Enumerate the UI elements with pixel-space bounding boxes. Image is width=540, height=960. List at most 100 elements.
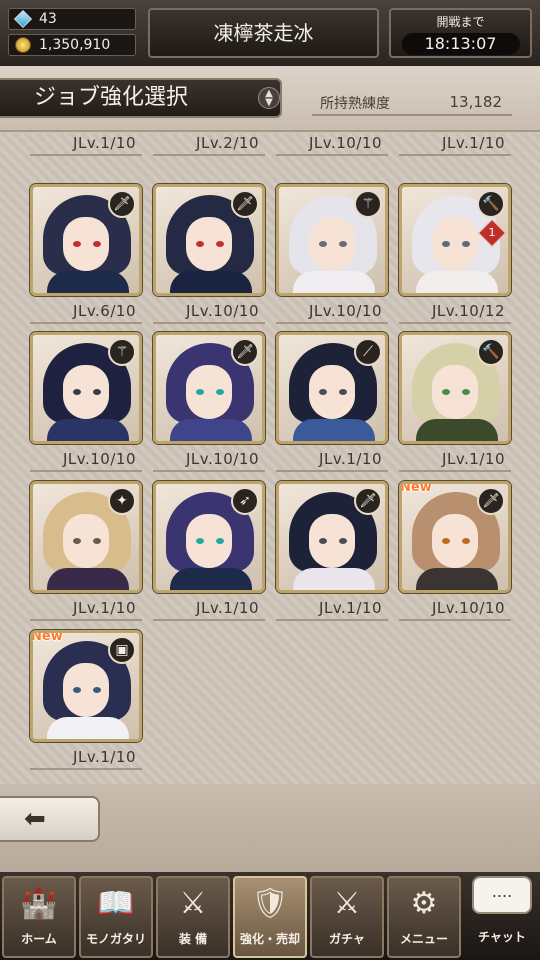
gear-icon: ⚙ (410, 886, 438, 921)
job-grid[interactable]: JLv.1/10 JLv.2/10 JLv.10/10 JLv.1/10 🗡 JLv.6/… (0, 134, 540, 784)
job-level: JLv.1/10 (276, 446, 388, 472)
crystal-value: 43 (39, 11, 57, 27)
job-card[interactable]: ▣ New (30, 630, 142, 742)
nav-label: 装 備 (178, 932, 208, 946)
nav-label: メニュー (399, 932, 448, 946)
chat-label: チャット (478, 930, 526, 944)
sword-icon: 🗡 (108, 190, 136, 218)
job-level: JLv.1/10 (30, 595, 142, 621)
nav-item-gear[interactable]: ⚙ メニュー (387, 876, 461, 958)
mastery-label: 所持熟練度 (320, 96, 390, 112)
job-level: JLv.1/10 (399, 446, 511, 472)
sort-toggle-icon[interactable]: ▲ ▼ (258, 87, 280, 109)
gacha-icon: ⚔ (333, 886, 361, 921)
timer-value: 18:13:07 (401, 33, 520, 55)
job-cell[interactable]: ➶ JLv.1/10 (153, 481, 271, 627)
job-cell[interactable]: 🗡 New JLv.10/10 (399, 481, 517, 627)
staff-icon: ⚚ (354, 190, 382, 218)
job-level: JLv.10/10 (399, 595, 511, 621)
sword-icon: 🗡 (231, 338, 259, 366)
page-title: ジョブ強化選択 (0, 78, 282, 118)
job-level: JLv.1/10 (153, 595, 265, 621)
job-card[interactable]: ⚚ (30, 332, 142, 444)
job-level: JLv.10/10 (276, 134, 388, 156)
bottom-nav: ⚙ メニュー ⚔ ガチャ 🛡 強化・売却 ⚔ 装 備 📖 モノガタリ 🏰 ホーム .... チャット (0, 872, 540, 960)
job-card[interactable]: 🗡 (153, 184, 265, 296)
crystal-icon (13, 9, 33, 29)
mastery-display: 所持熟練度 13,182 (312, 90, 512, 116)
job-card[interactable]: ⟋ (276, 332, 388, 444)
job-card[interactable]: 🔨 (399, 332, 511, 444)
equipment-icon: ⚔ (179, 886, 207, 921)
job-card[interactable]: 🗡 (30, 184, 142, 296)
job-cell[interactable]: ⟋ JLv.1/10 (276, 332, 394, 478)
job-card[interactable]: 🗡 (276, 481, 388, 593)
job-cell[interactable]: ⚚ JLv.10/10 (276, 184, 394, 330)
book-icon: ✦ (108, 487, 136, 515)
job-level: JLv.10/10 (153, 298, 265, 324)
back-area: ⬅ (0, 784, 540, 872)
job-level: JLv.1/10 (30, 744, 142, 770)
back-button[interactable]: ⬅ (0, 796, 100, 842)
job-cell[interactable]: 🗡 JLv.6/10 (30, 184, 148, 330)
nav-item-book[interactable]: 📖 モノガタリ (79, 876, 153, 958)
mastery-value: 13,182 (449, 93, 503, 111)
job-card[interactable]: 🗡 New (399, 481, 511, 593)
nav-label: ホーム (21, 932, 57, 946)
page-header: ジョブ強化選択 ▲ ▼ 所持熟練度 13,182 (0, 66, 540, 132)
book-icon: 📖 (97, 886, 135, 921)
nav-label: ガチャ (329, 932, 365, 946)
back-arrow-icon: ⬅ (24, 804, 46, 834)
nav-item-gacha[interactable]: ⚔ ガチャ (310, 876, 384, 958)
crystal-counter: 43 (8, 8, 136, 30)
status-bar: 43 1,350,910 凍檸茶走冰 開戦まで 18:13:07 (0, 0, 540, 66)
chat-button[interactable]: .... チャット (464, 872, 540, 960)
new-tag: New (400, 481, 432, 495)
job-level: JLv.1/10 (276, 595, 388, 621)
job-card[interactable]: ✦ (30, 481, 142, 593)
sword-icon: 🗡 (477, 487, 505, 515)
player-name[interactable]: 凍檸茶走冰 (148, 8, 379, 58)
job-cell[interactable]: 🔨 1 JLv.10/12 (399, 184, 517, 330)
hammer-icon: 🔨 (477, 190, 505, 218)
job-cell[interactable]: 🗡 JLv.1/10 (276, 481, 394, 627)
gold-coin-icon (15, 37, 31, 53)
gold-value: 1,350,910 (39, 37, 111, 53)
gold-counter: 1,350,910 (8, 34, 136, 56)
job-level: JLv.10/10 (276, 298, 388, 324)
battle-timer[interactable]: 開戦まで 18:13:07 (389, 8, 532, 58)
job-level: JLv.1/10 (30, 134, 142, 156)
job-cell[interactable]: 🔨 JLv.1/10 (399, 332, 517, 478)
chat-bubble-icon: .... (472, 876, 532, 914)
job-card[interactable]: ➶ (153, 481, 265, 593)
staff-icon: ⚚ (108, 338, 136, 366)
job-level: JLv.10/10 (30, 446, 142, 472)
sword-icon: 🗡 (354, 487, 382, 515)
job-cell[interactable]: ▣ New JLv.1/10 (30, 630, 148, 776)
sword-icon: 🗡 (231, 190, 259, 218)
job-level: JLv.10/10 (153, 446, 265, 472)
nav-item-enhance[interactable]: 🛡 強化・売却 (233, 876, 307, 958)
job-level: JLv.10/12 (399, 298, 511, 324)
job-level: JLv.6/10 (30, 298, 142, 324)
nav-label: モノガタリ (85, 932, 146, 946)
hammer-icon: 🔨 (477, 338, 505, 366)
job-card[interactable]: 🔨 1 (399, 184, 511, 296)
nav-label: 強化・売却 (239, 932, 300, 946)
tome-icon: ▣ (108, 636, 136, 664)
job-card[interactable]: ⚚ (276, 184, 388, 296)
job-cell[interactable]: ⚚ JLv.10/10 (30, 332, 148, 478)
enhance-icon: 🛡 (250, 886, 290, 921)
new-tag: New (31, 630, 63, 644)
job-cell[interactable]: ✦ JLv.1/10 (30, 481, 148, 627)
job-level: JLv.2/10 (153, 134, 265, 156)
job-cell[interactable]: 🗡 JLv.10/10 (153, 332, 271, 478)
nav-item-castle[interactable]: 🏰 ホーム (2, 876, 76, 958)
job-card[interactable]: 🗡 (153, 332, 265, 444)
timer-label: 開戦まで (436, 15, 485, 29)
nav-item-equipment[interactable]: ⚔ 装 備 (156, 876, 230, 958)
bow-icon: ➶ (231, 487, 259, 515)
spear-icon: ⟋ (354, 338, 382, 366)
job-level: JLv.1/10 (399, 134, 511, 156)
job-cell[interactable]: 🗡 JLv.10/10 (153, 184, 271, 330)
